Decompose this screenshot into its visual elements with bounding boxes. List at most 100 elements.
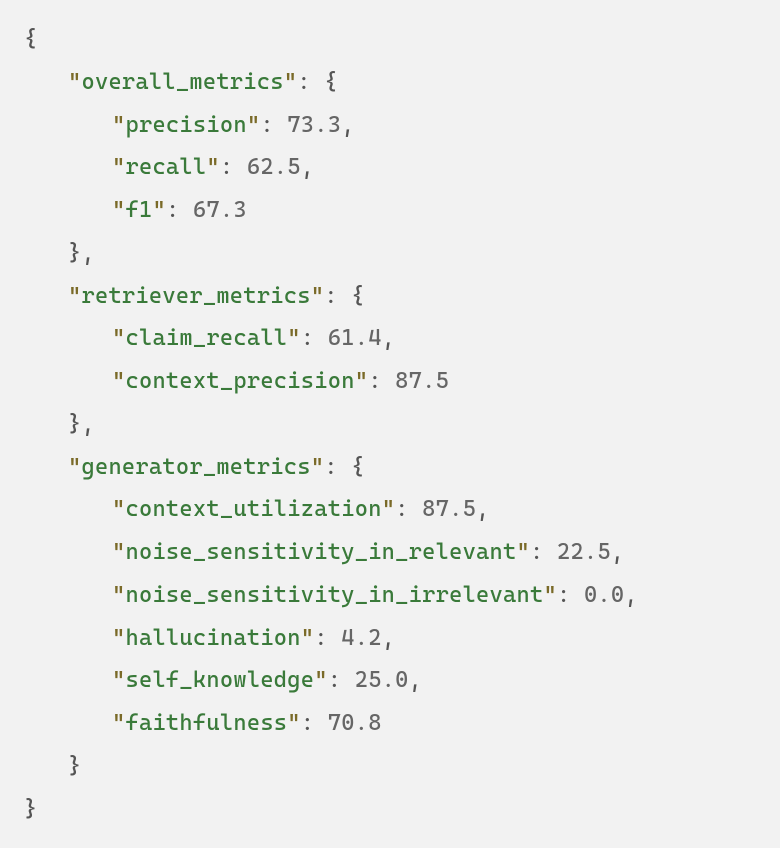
json-number: 62.5	[247, 154, 301, 180]
quote: "	[112, 667, 125, 693]
colon: :	[395, 496, 422, 522]
comma: ,	[624, 582, 637, 608]
open-brace: {	[351, 454, 364, 480]
colon: :	[297, 69, 324, 95]
json-key: context_utilization	[125, 496, 381, 522]
code-line: "faithfulness": 70.8	[24, 702, 756, 745]
quote: "	[112, 112, 125, 138]
quote: "	[112, 154, 125, 180]
json-key: self_knowledge	[125, 667, 314, 693]
json-key: claim_recall	[125, 325, 287, 351]
quote: "	[311, 454, 324, 480]
open-brace: {	[24, 26, 37, 52]
json-number: 87.5	[422, 496, 476, 522]
quote: "	[112, 368, 125, 394]
quote: "	[287, 710, 300, 736]
quote: "	[112, 496, 125, 522]
quote: "	[311, 283, 324, 309]
json-key: recall	[125, 154, 206, 180]
colon: :	[301, 710, 328, 736]
colon: :	[301, 325, 328, 351]
code-line: },	[24, 232, 756, 275]
comma: ,	[341, 112, 354, 138]
json-number: 61.4	[328, 325, 382, 351]
close-brace-comma: },	[68, 411, 95, 437]
quote: "	[112, 625, 125, 651]
json-number: 4.2	[341, 625, 381, 651]
open-brace: {	[324, 69, 337, 95]
comma: ,	[611, 539, 624, 565]
quote: "	[112, 197, 125, 223]
quote: "	[543, 582, 556, 608]
comma: ,	[409, 667, 422, 693]
code-line: "noise_sensitivity_in_relevant": 22.5,	[24, 531, 756, 574]
quote: "	[287, 325, 300, 351]
json-key: precision	[125, 112, 246, 138]
close-brace-comma: },	[68, 240, 95, 266]
quote: "	[112, 710, 125, 736]
quote: "	[68, 454, 81, 480]
json-number: 70.8	[328, 710, 382, 736]
colon: :	[166, 197, 193, 223]
json-key: context_precision	[125, 368, 354, 394]
json-number: 22.5	[557, 539, 611, 565]
code-line: {	[24, 18, 756, 61]
quote: "	[112, 325, 125, 351]
quote: "	[112, 582, 125, 608]
colon: :	[324, 454, 351, 480]
colon: :	[260, 112, 287, 138]
comma: ,	[301, 154, 314, 180]
colon: :	[530, 539, 557, 565]
quote: "	[68, 69, 81, 95]
colon: :	[557, 582, 584, 608]
comma: ,	[382, 625, 395, 651]
json-key: retriever_metrics	[81, 283, 310, 309]
comma: ,	[382, 325, 395, 351]
json-key: noise_sensitivity_in_irrelevant	[125, 582, 543, 608]
quote: "	[206, 154, 219, 180]
close-brace: }	[24, 796, 37, 822]
colon: :	[314, 625, 341, 651]
code-line: "overall_metrics": {	[24, 61, 756, 104]
code-line: "self_knowledge": 25.0,	[24, 659, 756, 702]
colon: :	[368, 368, 395, 394]
quote: "	[355, 368, 368, 394]
json-code-block: { "overall_metrics": { "precision": 73.3…	[24, 18, 756, 830]
json-number: 87.5	[395, 368, 449, 394]
code-line: "generator_metrics": {	[24, 446, 756, 489]
json-number: 67.3	[193, 197, 247, 223]
quote: "	[247, 112, 260, 138]
code-line: "context_precision": 87.5	[24, 360, 756, 403]
code-line: "hallucination": 4.2,	[24, 617, 756, 660]
code-line: },	[24, 403, 756, 446]
comma: ,	[476, 496, 489, 522]
json-key: noise_sensitivity_in_relevant	[125, 539, 516, 565]
quote: "	[314, 667, 327, 693]
quote: "	[284, 69, 297, 95]
code-line: }	[24, 745, 756, 788]
code-line: "context_utilization": 87.5,	[24, 488, 756, 531]
quote: "	[382, 496, 395, 522]
quote: "	[517, 539, 530, 565]
code-line: "f1": 67.3	[24, 189, 756, 232]
json-key: overall_metrics	[81, 69, 283, 95]
code-line: "retriever_metrics": {	[24, 275, 756, 318]
json-key: f1	[125, 197, 152, 223]
code-line: "recall": 62.5,	[24, 146, 756, 189]
json-number: 0.0	[584, 582, 624, 608]
code-line: "claim_recall": 61.4,	[24, 317, 756, 360]
quote: "	[112, 539, 125, 565]
code-line: }	[24, 788, 756, 831]
colon: :	[328, 667, 355, 693]
json-key: hallucination	[125, 625, 300, 651]
close-brace: }	[68, 753, 81, 779]
open-brace: {	[351, 283, 364, 309]
json-key: generator_metrics	[81, 454, 310, 480]
json-number: 25.0	[355, 667, 409, 693]
quote: "	[68, 283, 81, 309]
quote: "	[301, 625, 314, 651]
code-line: "noise_sensitivity_in_irrelevant": 0.0,	[24, 574, 756, 617]
json-key: faithfulness	[125, 710, 287, 736]
colon: :	[220, 154, 247, 180]
json-number: 73.3	[287, 112, 341, 138]
